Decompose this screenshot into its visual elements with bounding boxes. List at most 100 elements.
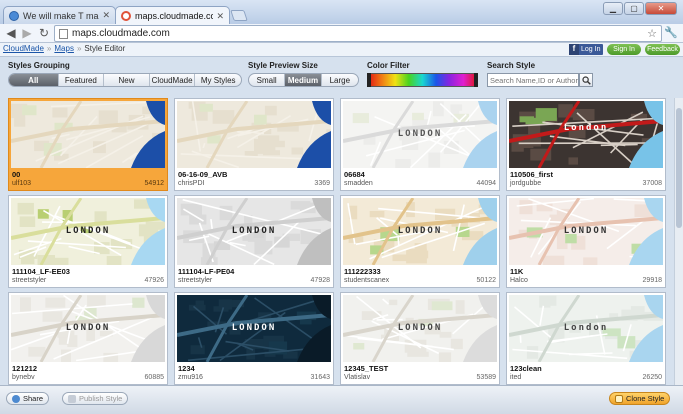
breadcrumb-bar: CloudMade » Maps » Style Editor f Log In…	[0, 43, 683, 57]
style-author[interactable]: Halco	[510, 277, 528, 284]
window-controls: ▁ ▢ ✕	[603, 2, 677, 15]
publish-icon	[68, 394, 76, 403]
scrollbar-thumb[interactable]	[676, 108, 682, 228]
grouping-cloudmade[interactable]: CloudMade	[150, 74, 196, 86]
tab-favicon-icon	[9, 10, 19, 21]
style-author[interactable]: streetstyler	[178, 277, 212, 284]
forward-arrow-icon[interactable]: ▶	[20, 26, 34, 40]
tab-close-icon[interactable]: ✕	[102, 10, 110, 21]
publish-style-button[interactable]: Publish Style	[62, 392, 129, 405]
style-name: 11K	[510, 267, 524, 276]
style-preview-map: LONDON	[177, 295, 331, 362]
style-id: 50122	[476, 277, 496, 284]
style-card[interactable]: LONDON 111104-LF-PE04 streetstyler 47928	[174, 195, 334, 288]
breadcrumb-separator: »	[46, 44, 52, 53]
preview-size-small[interactable]: Small	[249, 74, 286, 86]
map-city-label: London	[563, 123, 609, 133]
style-author[interactable]: studentscanex	[344, 277, 389, 284]
preview-size-large[interactable]: Large	[322, 74, 358, 86]
style-id: 47928	[310, 277, 330, 284]
browser-tab-2[interactable]: maps.cloudmade.com ✕	[115, 6, 230, 25]
account-buttons: f Log In Sign In Feedback	[569, 44, 680, 55]
color-filter-slider[interactable]	[367, 73, 478, 87]
style-card[interactable]: LONDON 06684 smadden 44094	[340, 98, 500, 191]
bookmark-star-icon[interactable]: ☆	[647, 27, 657, 40]
close-window-icon[interactable]: ✕	[645, 2, 677, 15]
style-author[interactable]: bynebv	[12, 374, 35, 381]
style-preview-map: LONDON	[343, 101, 497, 168]
search-button[interactable]	[579, 73, 593, 87]
feedback-button[interactable]: Feedback	[645, 44, 680, 55]
style-grid: 00 ulf103 54912 06-16-09_AVB chrisPDI 3369 LON…	[0, 98, 674, 385]
style-preview-map: LONDON	[343, 198, 497, 265]
footer-bar: Share Publish Style Clone Style	[0, 385, 683, 414]
reload-icon[interactable]: ↻	[37, 26, 51, 40]
style-card[interactable]: LONDON 12345_TEST Vlatislav 53589	[340, 292, 500, 385]
style-id: 54912	[144, 180, 164, 187]
breadcrumb-separator: »	[76, 44, 82, 53]
style-card[interactable]: 00 ulf103 54912	[8, 98, 168, 191]
tab-close-icon[interactable]: ✕	[216, 11, 224, 22]
style-id: 3369	[314, 180, 330, 187]
preview-size-medium[interactable]: Medium	[285, 74, 322, 86]
address-bar[interactable]: maps.cloudmade.com ☆	[54, 25, 662, 42]
publish-label: Publish Style	[79, 394, 123, 403]
style-name: 111222333	[344, 267, 381, 276]
new-tab-button[interactable]	[230, 10, 248, 21]
style-name: 121212	[12, 364, 38, 373]
style-author[interactable]: chrisPDI	[178, 180, 204, 187]
style-preview-map: LONDON	[11, 295, 165, 362]
color-filter-handle-right[interactable]	[474, 73, 478, 87]
sign-in-button[interactable]: Sign In	[607, 44, 641, 55]
tab-title: maps.cloudmade.com	[135, 11, 213, 21]
style-name: 00	[12, 170, 21, 179]
style-author[interactable]: Vlatislav	[344, 374, 370, 381]
style-preview-map	[177, 101, 331, 168]
style-author[interactable]: ulf103	[12, 180, 31, 187]
wrench-icon[interactable]: 🔧	[664, 26, 678, 39]
clone-style-button[interactable]: Clone Style	[609, 392, 671, 405]
style-card[interactable]: LONDON 121212 bynebv 60885	[8, 292, 168, 385]
grouping-my-styles[interactable]: My Styles	[195, 74, 241, 86]
breadcrumb-maps[interactable]: Maps	[54, 44, 74, 53]
style-author[interactable]: jordgubbe	[510, 180, 541, 187]
search-icon	[581, 75, 591, 85]
search-input[interactable]	[487, 73, 579, 87]
map-city-label: London	[563, 323, 609, 333]
preview-size-label: Style Preview Size	[248, 61, 318, 70]
style-author[interactable]: ited	[510, 374, 521, 381]
map-city-label: LONDON	[397, 226, 443, 236]
style-preview-map: LONDON	[11, 198, 165, 265]
style-card[interactable]: LONDON 11K Halco 29918	[506, 195, 666, 288]
back-arrow-icon[interactable]: ◀	[4, 26, 18, 40]
color-filter-label: Color Filter	[367, 61, 410, 70]
style-name: 06-16-09_AVB	[178, 170, 228, 179]
minimize-icon[interactable]: ▁	[603, 2, 623, 15]
tab-title: We will make T map be n	[23, 10, 99, 21]
grouping-featured[interactable]: Featured	[59, 74, 105, 86]
color-filter-handle-left[interactable]	[367, 73, 371, 87]
url-text: maps.cloudmade.com	[72, 28, 170, 39]
style-author[interactable]: streetstyler	[12, 277, 46, 284]
facebook-login-button[interactable]: f Log In	[569, 44, 603, 55]
maximize-icon[interactable]: ▢	[624, 2, 644, 15]
share-button[interactable]: Share	[6, 392, 50, 405]
style-author[interactable]: zmu916	[178, 374, 203, 381]
grid-scrollbar[interactable]	[674, 98, 683, 385]
style-card[interactable]: LONDON 111104_LF-EE03 streetstyler 47926	[8, 195, 168, 288]
style-preview-map: LONDON	[177, 198, 331, 265]
style-card[interactable]: 06-16-09_AVB chrisPDI 3369	[174, 98, 334, 191]
style-id: 44094	[476, 180, 496, 187]
style-card[interactable]: LONDON 1234 zmu916 31643	[174, 292, 334, 385]
style-card[interactable]: London 110506_first jordgubbe 37008	[506, 98, 666, 191]
style-id: 47926	[144, 277, 164, 284]
style-author[interactable]: smadden	[344, 180, 373, 187]
style-name: 110506_first	[510, 170, 553, 179]
browser-tab-1[interactable]: We will make T map be n ✕	[3, 6, 116, 24]
grouping-new[interactable]: New	[104, 74, 150, 86]
style-card[interactable]: London 123clean ited 26250	[506, 292, 666, 385]
grouping-all[interactable]: All	[9, 74, 59, 86]
breadcrumb-cloudmade[interactable]: CloudMade	[3, 44, 44, 53]
tab-favicon-icon	[121, 11, 131, 21]
style-card[interactable]: LONDON 111222333 studentscanex 50122	[340, 195, 500, 288]
